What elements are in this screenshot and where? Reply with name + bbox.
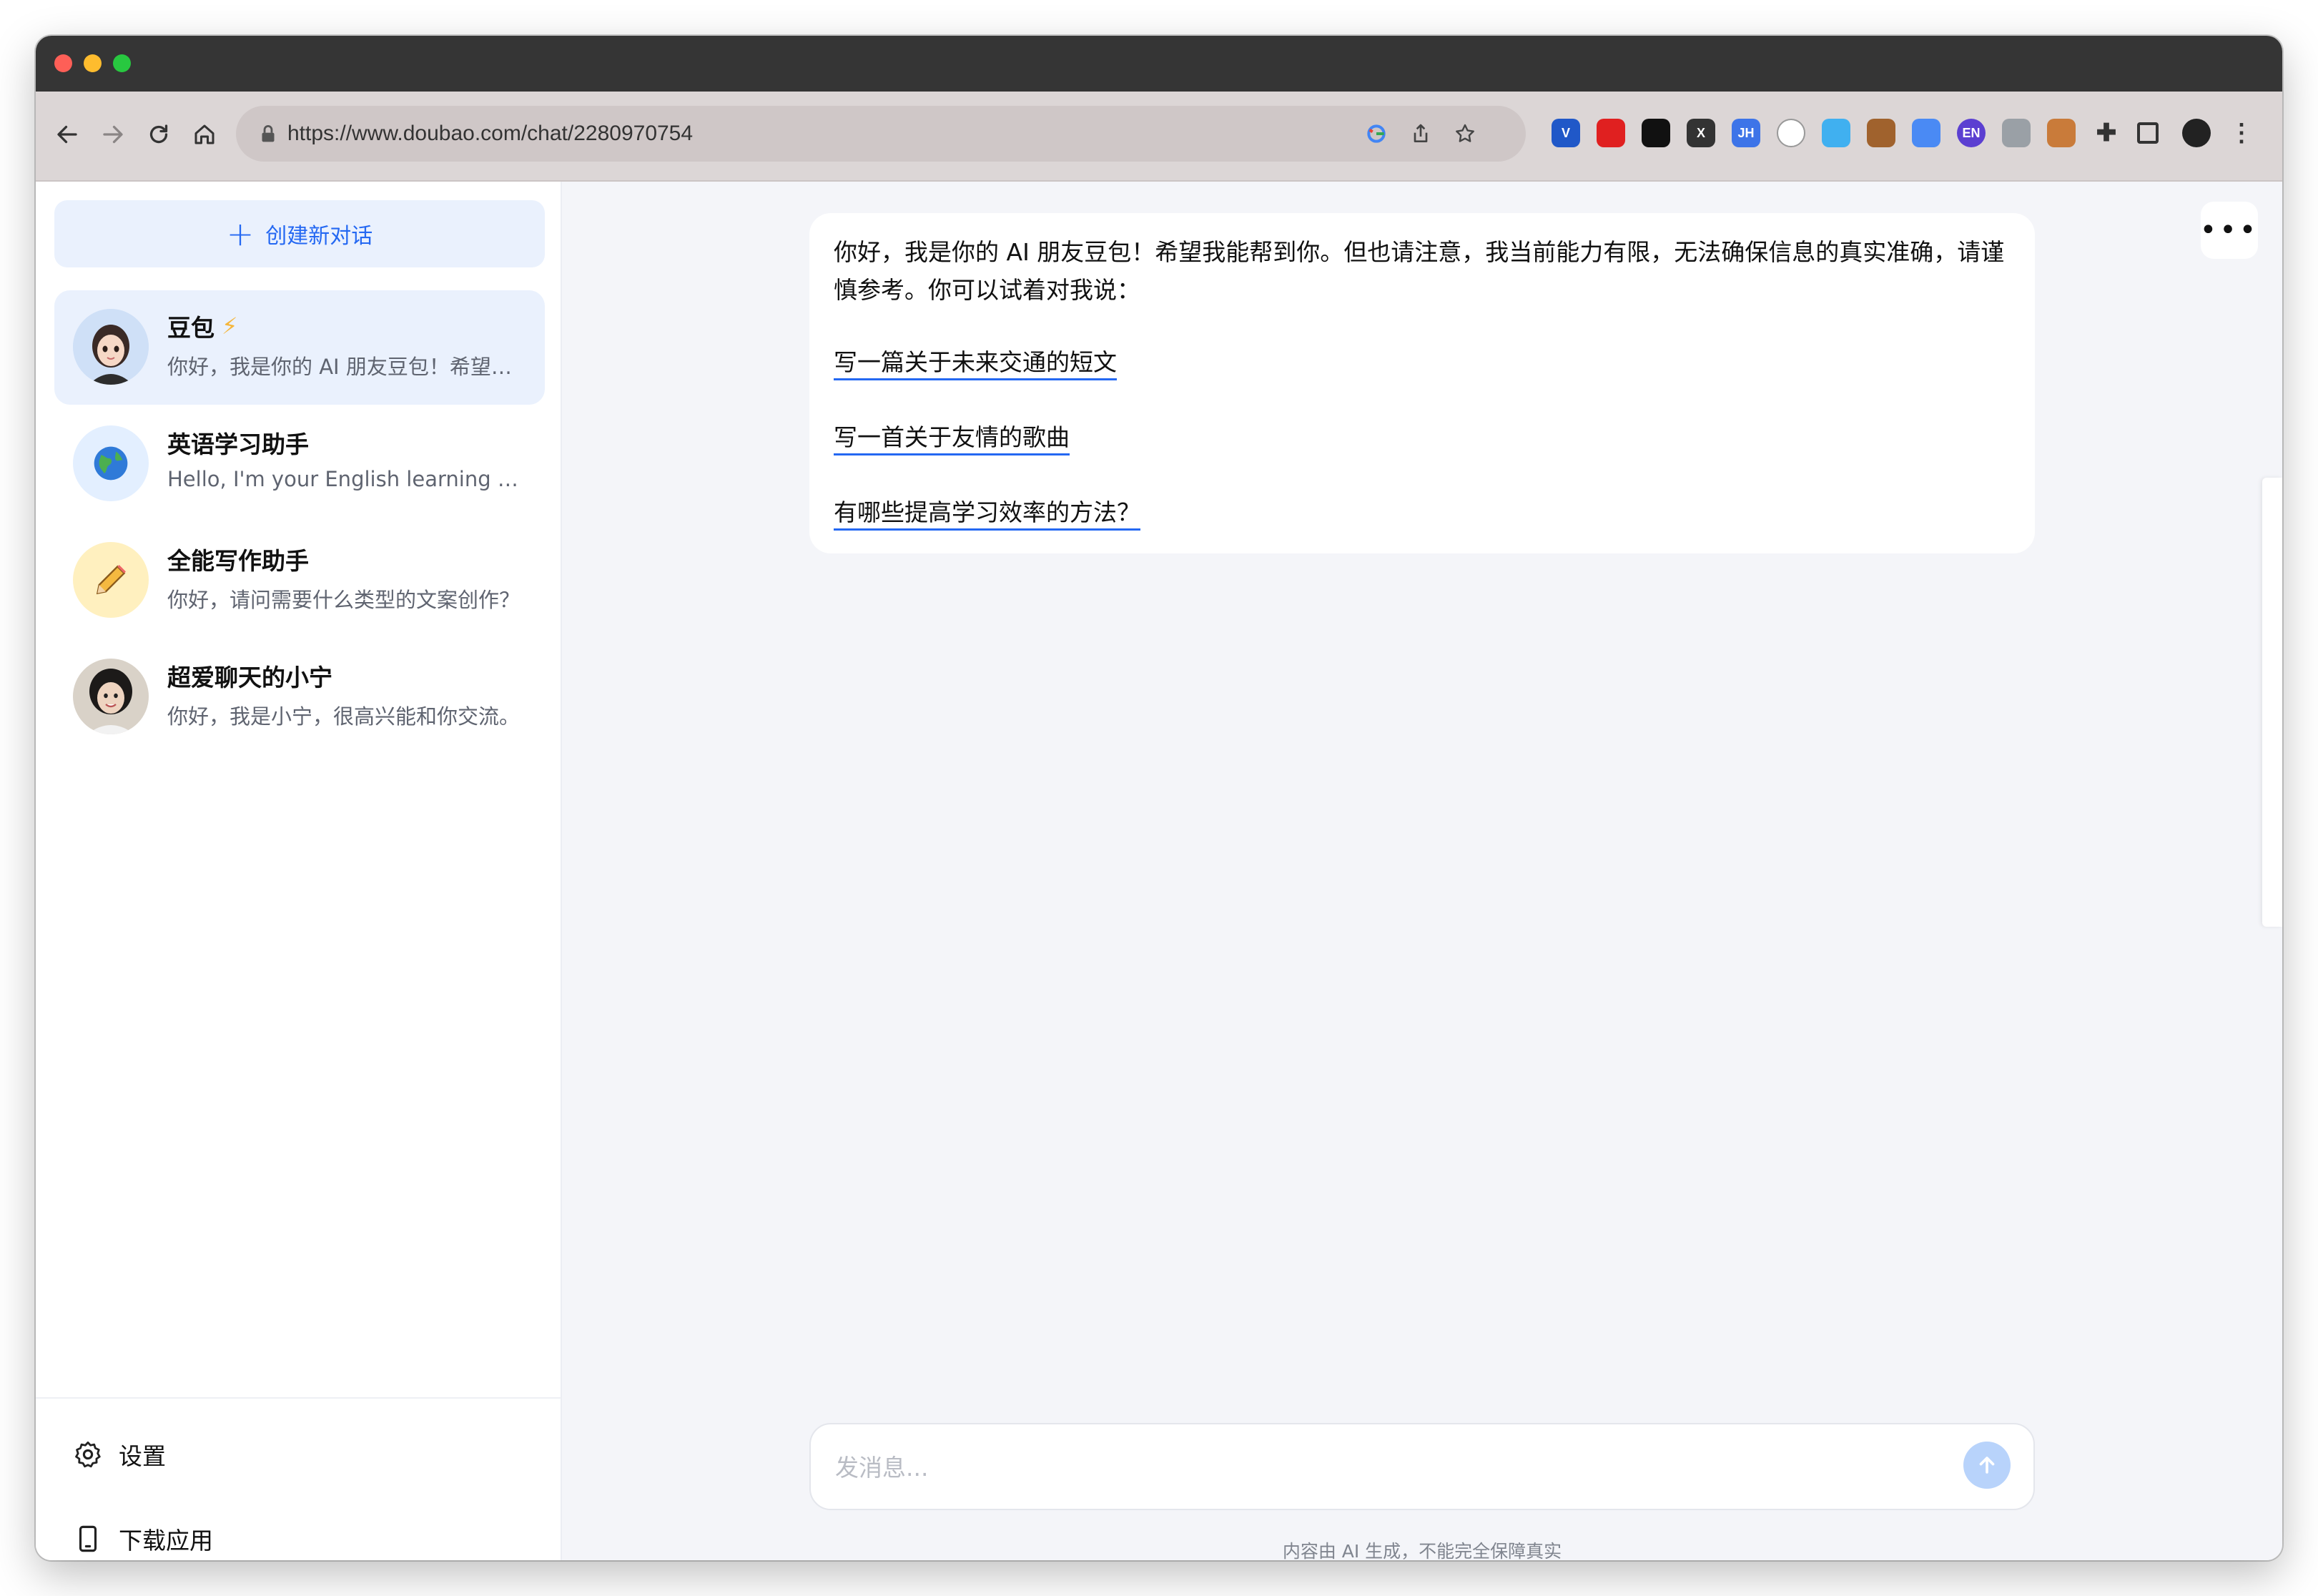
kebab-menu-icon[interactable]: ⋮: [2227, 119, 2256, 147]
suggestion-link[interactable]: 写一篇关于未来交通的短文: [834, 347, 1117, 380]
minimize-window-button[interactable]: [84, 54, 102, 72]
reload-icon: [149, 124, 168, 144]
send-button[interactable]: [1963, 1442, 2011, 1489]
monkey-extension-icon[interactable]: [2047, 119, 2076, 147]
cat-extension-icon[interactable]: [1777, 119, 1805, 147]
puzzle-icon[interactable]: ✚: [2092, 119, 2121, 147]
message-input[interactable]: [835, 1446, 1908, 1489]
message-intro: 你好，我是你的 AI 朋友豆包！希望我能帮到你。但也请注意，我当前能力有限，无法…: [834, 238, 2005, 304]
chat-preview: 你好，我是小宁，很高兴能和你交流。: [167, 704, 521, 729]
url-text[interactable]: https://www.doubao.com/chat/2280970754: [287, 119, 693, 149]
en-extension-icon[interactable]: EN: [1957, 119, 1986, 147]
new-chat-label: 创建新对话: [265, 224, 373, 249]
chat-preview: 你好，我是你的 AI 朋友豆包！希望我能帮到你。: [167, 355, 525, 379]
x-extension-icon[interactable]: X: [1687, 119, 1715, 147]
settings-label: 设置: [119, 1442, 166, 1470]
chat-item-english-assistant[interactable]: 英语学习助手 Hello, I'm your English learning …: [54, 407, 545, 521]
profile-avatar-icon[interactable]: [2182, 119, 2211, 147]
download-app-button[interactable]: 下载应用: [73, 1522, 213, 1556]
chat-preview: 你好，请问需要什么类型的文案创作？: [167, 588, 521, 612]
sidebar-divider: [36, 1397, 561, 1399]
assistant-message: 你好，我是你的 AI 朋友豆包！希望我能帮到你。但也请注意，我当前能力有限，无法…: [809, 213, 2035, 553]
title-bar: [36, 36, 2282, 92]
back-button[interactable]: [47, 114, 87, 154]
sidepanel-icon[interactable]: [2137, 122, 2159, 144]
chart-extension-icon[interactable]: [2002, 119, 2031, 147]
browser-toolbar: https://www.doubao.com/chat/2280970754 V…: [36, 92, 2282, 182]
chat-name: 超爱聊天的小宁: [167, 664, 332, 691]
v-extension-icon[interactable]: V: [1552, 119, 1580, 147]
shield-extension-icon[interactable]: [1822, 119, 1850, 147]
sidebar: + 创建新对话 豆包 ⚡ 你好，我是你的 AI 朋友豆包！希望我能帮到你。 英语…: [36, 182, 562, 1560]
side-drawer-handle[interactable]: [2262, 478, 2282, 927]
chat-name: 英语学习助手: [167, 430, 309, 458]
chat-name: 全能写作助手: [167, 547, 309, 575]
chat-main: 你好，我是你的 AI 朋友豆包！希望我能帮到你。但也请注意，我当前能力有限，无法…: [563, 182, 2282, 1560]
ellipsis-icon: •••: [2199, 214, 2259, 247]
close-window-button[interactable]: [54, 54, 72, 72]
share-icon[interactable]: [1406, 119, 1436, 149]
forward-button[interactable]: [93, 114, 133, 154]
chat-item-doubao[interactable]: 豆包 ⚡ 你好，我是你的 AI 朋友豆包！希望我能帮到你。: [54, 290, 545, 405]
bookmark-star-icon[interactable]: [1450, 119, 1480, 149]
back-arrow-icon: [57, 125, 77, 144]
ai-disclaimer: 内容由 AI 生成，不能完全保障真实: [1282, 1541, 1562, 1560]
google-icon[interactable]: [1361, 119, 1391, 149]
doubao-avatar: [73, 309, 149, 385]
message-composer: [809, 1423, 2035, 1510]
chat-preview: Hello, I'm your English learning assista…: [167, 467, 525, 491]
home-button[interactable]: [184, 114, 225, 154]
suggestion-link[interactable]: 写一首关于友情的歌曲: [834, 422, 1070, 455]
gear-icon: [75, 1441, 101, 1468]
suggestion-link[interactable]: 有哪些提高学习效率的方法？: [834, 497, 1140, 531]
address-bar[interactable]: https://www.doubao.com/chat/2280970754: [236, 106, 1526, 162]
chat-name: 豆包 ⚡: [167, 312, 238, 342]
bolt-icon: ⚡: [222, 312, 238, 340]
new-chat-button[interactable]: + 创建新对话: [54, 200, 545, 267]
chat-item-writing-assistant[interactable]: 全能写作助手 你好，请问需要什么类型的文案创作？: [54, 523, 545, 638]
translate-extension-icon[interactable]: [1912, 119, 1940, 147]
settings-button[interactable]: 设置: [73, 1437, 166, 1472]
download-label: 下载应用: [119, 1527, 213, 1555]
lock-icon: [262, 125, 275, 142]
doubao-app: + 创建新对话 豆包 ⚡ 你好，我是你的 AI 朋友豆包！希望我能帮到你。 英语…: [36, 182, 2282, 1560]
home-icon: [194, 124, 214, 144]
browser-window: https://www.doubao.com/chat/2280970754 V…: [36, 36, 2282, 1560]
more-options-button[interactable]: •••: [2199, 202, 2259, 259]
forward-arrow-icon: [103, 125, 123, 144]
cookie-extension-icon[interactable]: [1867, 119, 1895, 147]
jh-extension-icon[interactable]: JH: [1732, 119, 1760, 147]
tampermonkey-icon[interactable]: [1642, 119, 1670, 147]
zoom-window-button[interactable]: [113, 54, 131, 72]
pencil-avatar: [73, 542, 149, 618]
globe-avatar: [73, 425, 149, 501]
xiaoning-avatar: [73, 659, 149, 734]
reload-button[interactable]: [139, 114, 179, 154]
adblock-icon[interactable]: [1597, 119, 1625, 147]
arrow-up-icon: [1979, 1457, 1995, 1474]
plus-icon: +: [226, 215, 255, 253]
phone-icon: [79, 1525, 97, 1552]
chat-item-xiaoning[interactable]: 超爱聊天的小宁 你好，我是小宁，很高兴能和你交流。: [54, 640, 545, 754]
